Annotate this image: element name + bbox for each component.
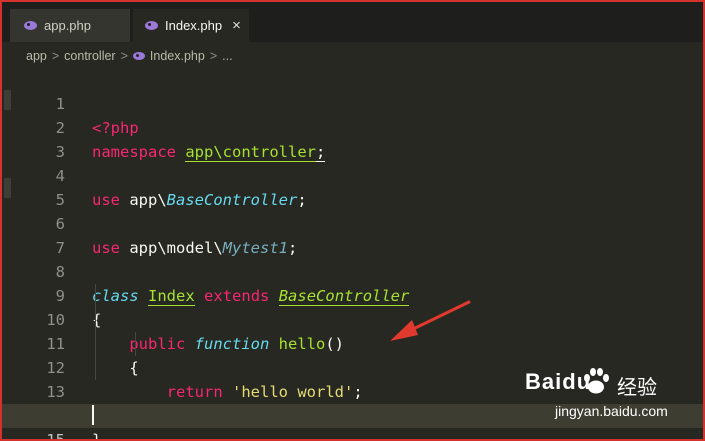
watermark: Baidu 经验 jingyan.baidu.com — [525, 368, 685, 427]
editor-window: app.php Index.php × app > controller > I… — [0, 0, 705, 441]
watermark-url: jingyan.baidu.com — [555, 403, 668, 419]
watermark-cn: 经验 — [617, 377, 657, 399]
paw-icon — [584, 368, 609, 394]
